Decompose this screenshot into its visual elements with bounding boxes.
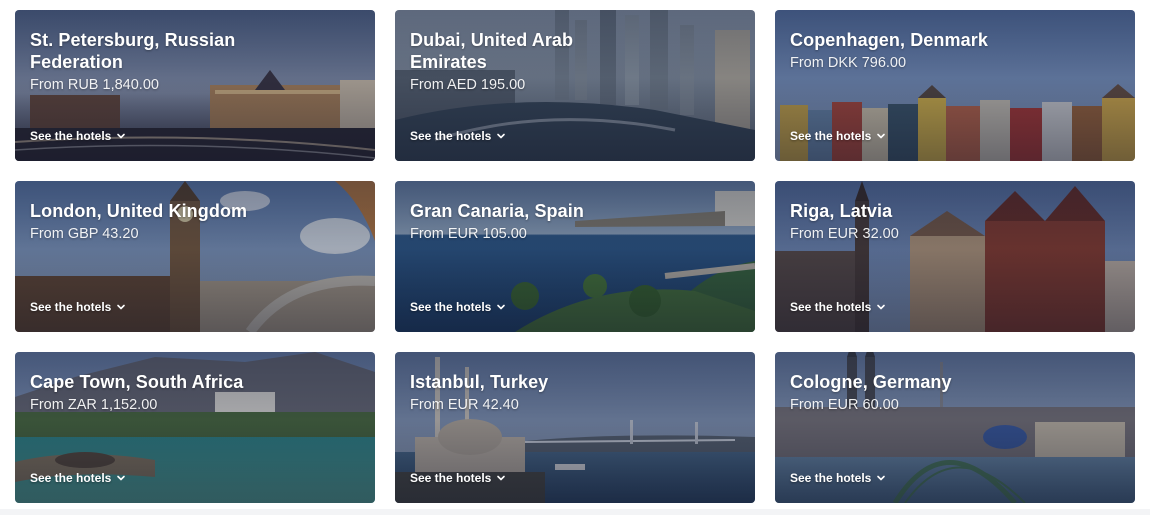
chevron-down-icon — [877, 475, 886, 481]
see-hotels-label: See the hotels — [30, 129, 112, 143]
city-name: Dubai, United Arab Emirates — [410, 30, 574, 72]
card-text: Copenhagen, Denmark From DKK 796.00 — [790, 29, 1035, 72]
chevron-down-icon — [117, 475, 126, 481]
see-hotels-link[interactable]: See the hotels — [30, 471, 126, 485]
chevron-down-icon — [497, 475, 506, 481]
see-hotels-label: See the hotels — [790, 300, 872, 314]
see-hotels-link[interactable]: See the hotels — [30, 300, 126, 314]
card-text: London, United Kingdom From GBP 43.20 — [30, 200, 275, 243]
see-hotels-link[interactable]: See the hotels — [790, 129, 886, 143]
chevron-down-icon — [497, 133, 506, 139]
see-hotels-link[interactable]: See the hotels — [790, 300, 886, 314]
card-text: Riga, Latvia From EUR 32.00 — [790, 200, 1035, 243]
destination-card-cologne[interactable]: Cologne, Germany From EUR 60.00 See the … — [775, 352, 1135, 503]
price-from: From DKK 796.00 — [790, 55, 907, 71]
see-hotels-link[interactable]: See the hotels — [410, 300, 506, 314]
price-from: From EUR 105.00 — [410, 226, 527, 242]
destination-grid: St. Petersburg, Russian Federation From … — [15, 10, 1135, 503]
destination-card-copenhagen[interactable]: Copenhagen, Denmark From DKK 796.00 See … — [775, 10, 1135, 161]
see-hotels-label: See the hotels — [410, 129, 492, 143]
see-hotels-label: See the hotels — [790, 129, 872, 143]
destination-card-istanbul[interactable]: Istanbul, Turkey From EUR 42.40 See the … — [395, 352, 755, 503]
see-hotels-label: See the hotels — [30, 300, 112, 314]
chevron-down-icon — [117, 133, 126, 139]
see-hotels-link[interactable]: See the hotels — [30, 129, 126, 143]
city-name: Riga, Latvia — [790, 201, 893, 221]
city-name: Copenhagen, Denmark — [790, 30, 988, 50]
city-name: St. Petersburg, Russian Federation — [30, 30, 236, 72]
card-text: Cologne, Germany From EUR 60.00 — [790, 371, 1035, 414]
card-text: Dubai, United Arab Emirates From AED 195… — [410, 29, 655, 94]
see-hotels-link[interactable]: See the hotels — [410, 129, 506, 143]
chevron-down-icon — [117, 304, 126, 310]
destination-card-cape-town[interactable]: Cape Town, South Africa From ZAR 1,152.0… — [15, 352, 375, 503]
card-text: Istanbul, Turkey From EUR 42.40 — [410, 371, 655, 414]
destination-card-dubai[interactable]: Dubai, United Arab Emirates From AED 195… — [395, 10, 755, 161]
page-bottom-strip — [0, 509, 1150, 515]
see-hotels-label: See the hotels — [790, 471, 872, 485]
card-text: Cape Town, South Africa From ZAR 1,152.0… — [30, 371, 275, 414]
see-hotels-label: See the hotels — [30, 471, 112, 485]
destination-card-riga[interactable]: Riga, Latvia From EUR 32.00 See the hote… — [775, 181, 1135, 332]
city-name: Gran Canaria, Spain — [410, 201, 584, 221]
city-name: Cologne, Germany — [790, 372, 952, 392]
chevron-down-icon — [877, 304, 886, 310]
price-from: From AED 195.00 — [410, 77, 526, 93]
card-text: Gran Canaria, Spain From EUR 105.00 — [410, 200, 655, 243]
destination-card-london[interactable]: London, United Kingdom From GBP 43.20 Se… — [15, 181, 375, 332]
card-text: St. Petersburg, Russian Federation From … — [30, 29, 275, 94]
price-from: From RUB 1,840.00 — [30, 77, 159, 93]
see-hotels-link[interactable]: See the hotels — [790, 471, 886, 485]
destination-card-st-petersburg[interactable]: St. Petersburg, Russian Federation From … — [15, 10, 375, 161]
chevron-down-icon — [877, 133, 886, 139]
price-from: From GBP 43.20 — [30, 226, 139, 242]
destination-card-gran-canaria[interactable]: Gran Canaria, Spain From EUR 105.00 See … — [395, 181, 755, 332]
see-hotels-label: See the hotels — [410, 471, 492, 485]
see-hotels-link[interactable]: See the hotels — [410, 471, 506, 485]
chevron-down-icon — [497, 304, 506, 310]
city-name: London, United Kingdom — [30, 201, 248, 221]
price-from: From ZAR 1,152.00 — [30, 397, 158, 413]
price-from: From EUR 42.40 — [410, 397, 519, 413]
price-from: From EUR 60.00 — [790, 397, 899, 413]
price-from: From EUR 32.00 — [790, 226, 899, 242]
see-hotels-label: See the hotels — [410, 300, 492, 314]
city-name: Istanbul, Turkey — [410, 372, 549, 392]
city-name: Cape Town, South Africa — [30, 372, 244, 392]
